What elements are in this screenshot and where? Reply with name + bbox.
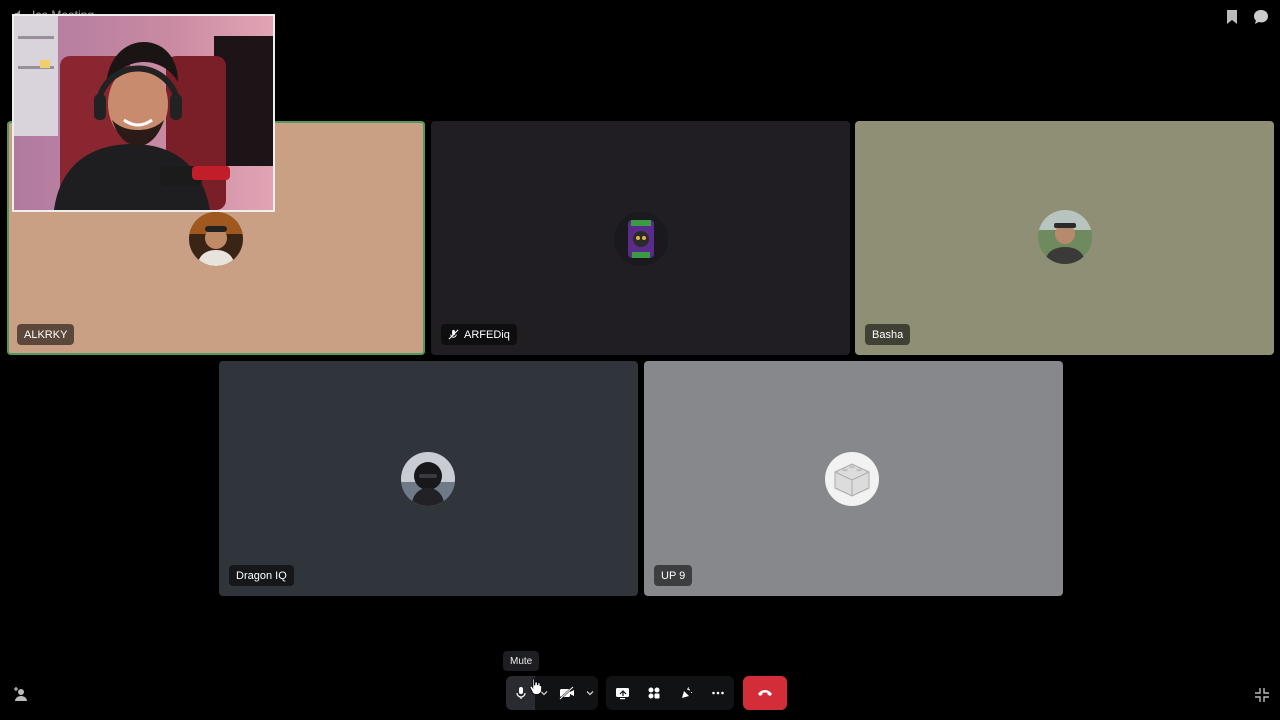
exit-fullscreen-icon[interactable] [1253,686,1271,704]
participant-name: UP 9 [661,569,686,582]
participant-name-tag: ARFEDiq [441,324,517,345]
audio-video-group [506,676,598,710]
phone-hangup-icon [758,690,772,696]
more-icon [712,691,724,695]
participant-name-tag: Basha [865,324,911,345]
screen-share-icon [615,688,629,700]
participant-name: Basha [872,328,904,341]
participant-name-tag: ALKRKY [17,324,75,345]
participant-tile-dragon-iq[interactable]: Dragon IQ [219,361,638,596]
participant-name-tag: UP 9 [654,565,693,586]
hand-cursor-icon [529,678,542,695]
chat-bubble-icon[interactable] [1252,8,1270,26]
mic-muted-icon [448,329,459,340]
actions-group [606,676,734,710]
soundboard-button[interactable] [670,676,702,710]
call-controls [0,676,1280,710]
camera-off-icon [559,686,574,700]
participant-name-tag: Dragon IQ [229,565,294,586]
tooltip-text: Mute [510,655,533,667]
more-options-button[interactable] [702,676,734,710]
camera-button[interactable] [552,676,581,710]
avatar [189,212,243,266]
participant-name: ALKRKY [24,328,68,341]
activities-button[interactable] [638,676,670,710]
webcam-overlay [12,14,275,212]
avatar [825,452,879,506]
participant-name: Dragon IQ [236,569,287,582]
streamer-camera-image [14,16,273,210]
participant-tile-up-9[interactable]: UP 9 [644,361,1063,596]
activities-icon [648,687,660,699]
video-options-button[interactable] [581,676,598,710]
screen-share-button[interactable] [606,676,638,710]
participant-tile-arfediq[interactable]: ARFEDiq [431,121,850,355]
participant-tile-basha[interactable]: Basha [855,121,1274,355]
avatar [614,212,668,266]
soundboard-icon [682,687,692,698]
mute-tooltip: Mute [503,651,540,671]
disconnect-button[interactable] [743,676,787,710]
avatar [401,452,455,506]
bookmark-icon[interactable] [1223,8,1241,26]
participant-name: ARFEDiq [464,328,510,341]
chevron-down-icon [586,691,594,696]
microphone-icon [516,687,526,699]
avatar [1038,210,1092,264]
